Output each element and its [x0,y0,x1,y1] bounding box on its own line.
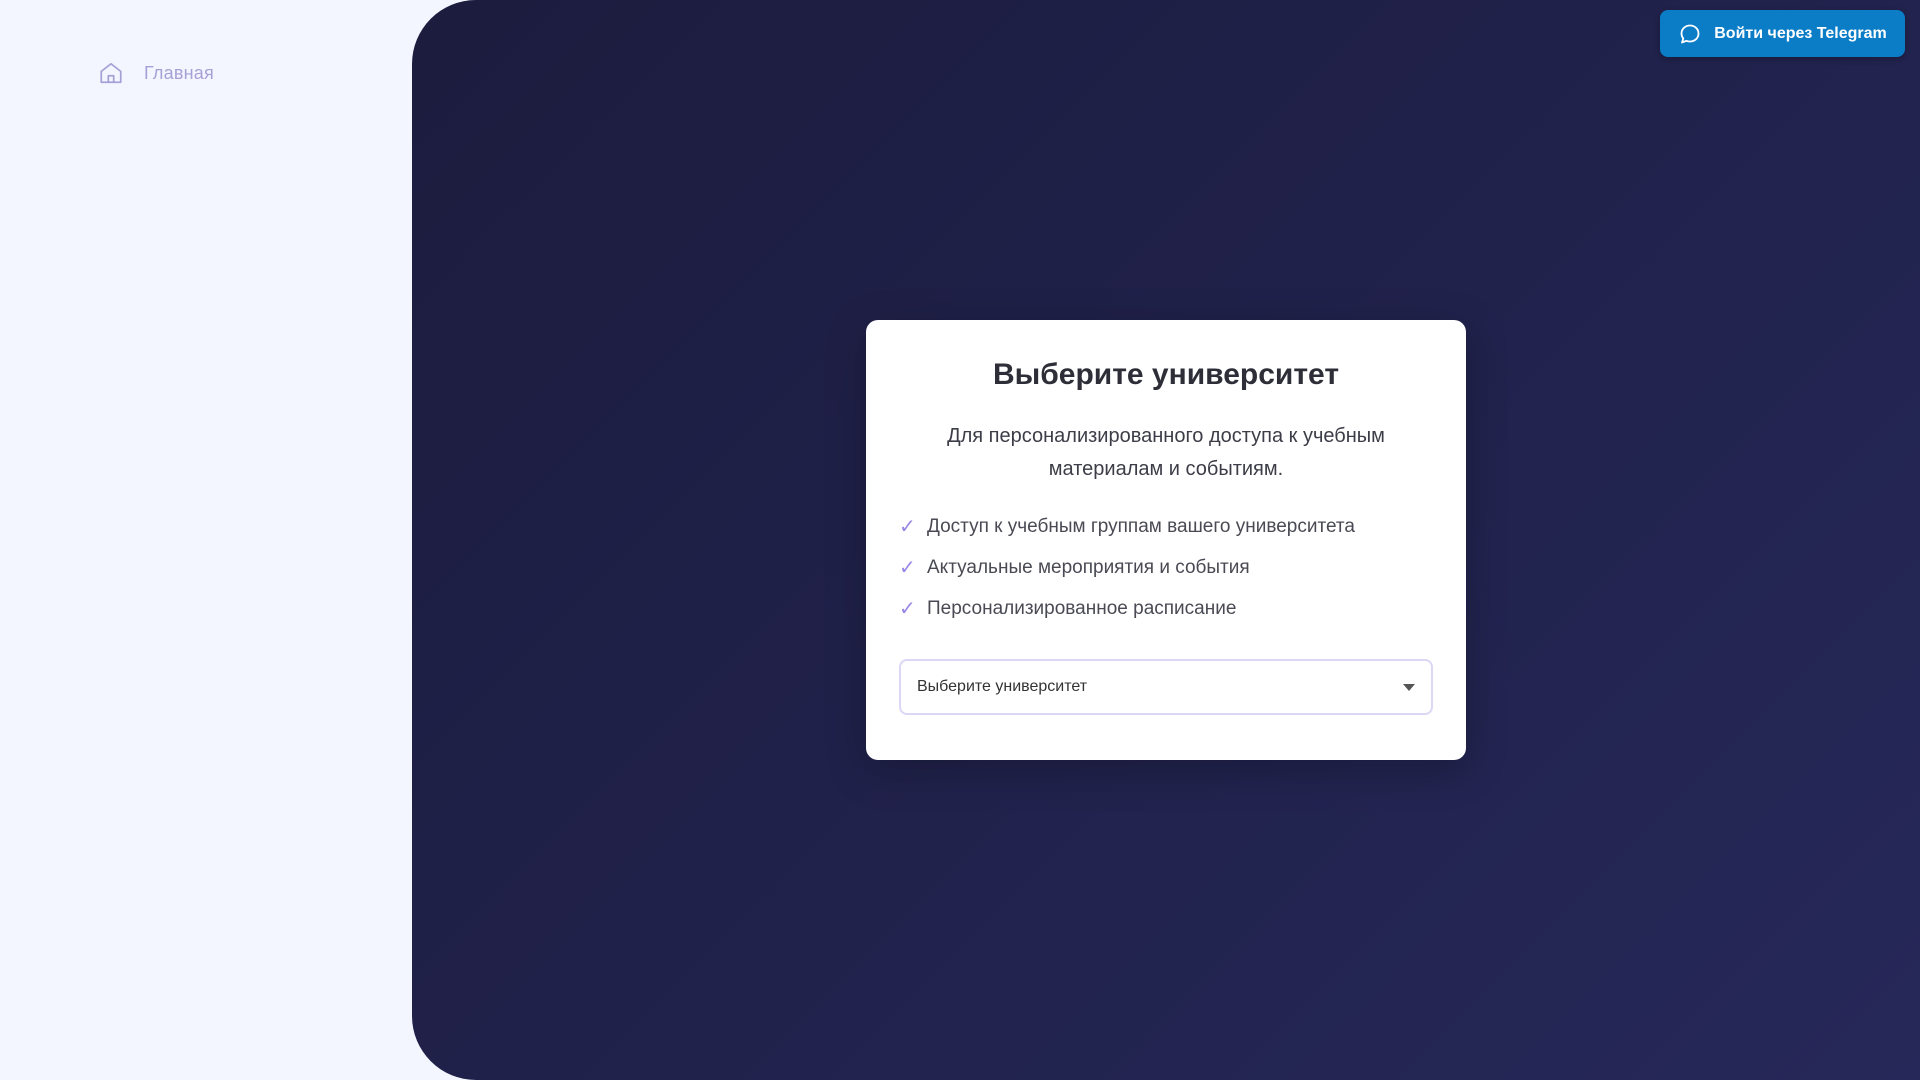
telegram-login-button[interactable]: Войти через Telegram [1660,10,1905,57]
card-subtitle: Для персонализированного доступа к учебн… [947,425,1385,480]
app-root: Главная Войти через Telegram Выберите ун… [0,0,1920,1080]
feature-list: ✓ Доступ к учебным группам вашего универ… [899,506,1433,629]
list-item: ✓ Актуальные мероприятия и события [899,547,1433,588]
list-item: ✓ Доступ к учебным группам вашего универ… [899,506,1433,547]
telegram-login-label: Войти через Telegram [1714,24,1887,42]
university-select[interactable]: Выберите университет [899,659,1433,715]
check-icon: ✓ [899,516,916,538]
sidebar-item-home[interactable]: Главная [98,60,214,86]
chat-bubble-icon [1678,22,1702,46]
home-icon [98,60,124,86]
feature-text: Доступ к учебным группам вашего универси… [927,515,1355,537]
feature-text: Актуальные мероприятия и события [927,556,1250,578]
sidebar: Главная [0,0,412,1080]
feature-text: Персонализированное расписание [927,597,1237,619]
university-card: Выберите университет Для персонализирова… [866,320,1466,760]
check-icon: ✓ [899,598,916,620]
check-icon: ✓ [899,557,916,579]
chevron-down-icon [1403,683,1415,691]
sidebar-item-label: Главная [144,62,214,83]
list-item: ✓ Персонализированное расписание [899,588,1433,629]
card-title: Выберите университет [992,358,1340,391]
university-select-value: Выберите университет [917,678,1088,695]
